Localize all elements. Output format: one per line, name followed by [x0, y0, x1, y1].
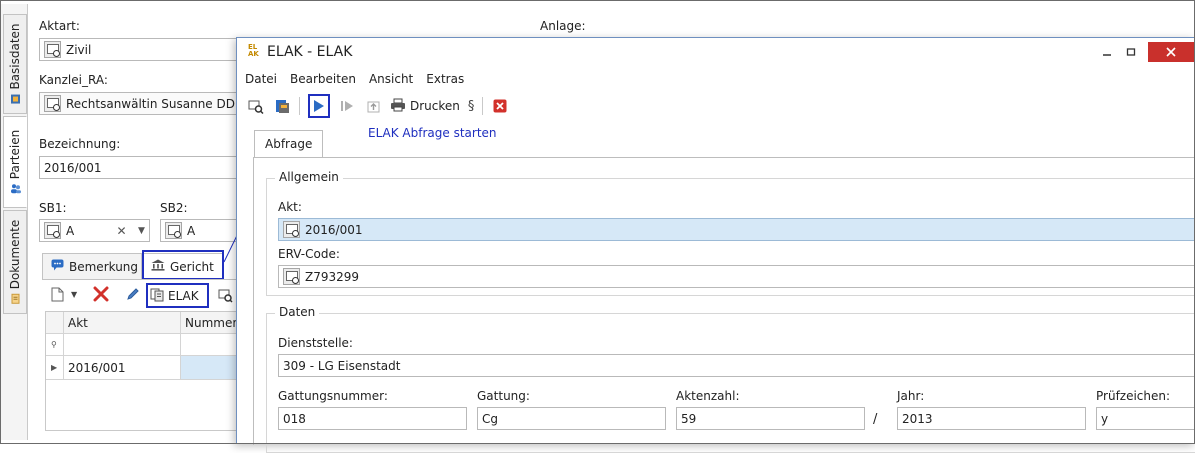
dialog-menubar: Datei Bearbeiten Ansicht Extras: [245, 72, 464, 86]
export-icon[interactable]: [273, 97, 291, 115]
dienststelle-value: 309 - LG Eisenstadt: [283, 358, 401, 373]
menu-ansicht[interactable]: Ansicht: [369, 72, 413, 86]
dialog-title: ELAK - ELAK: [267, 44, 353, 60]
maximize-icon[interactable]: [1119, 42, 1143, 62]
toolbar-separator: [299, 97, 300, 115]
print-button[interactable]: Drucken: [390, 98, 460, 115]
dienststelle-field[interactable]: 309 - LG Eisenstadt: [278, 354, 1195, 377]
gattung-label: Gattung:: [477, 389, 530, 403]
abfrage-panel: Allgemein Akt: 2016/001 ERV-Code: Z79329…: [253, 157, 1195, 453]
pruefzeichen-value: y: [1101, 411, 1109, 426]
gattungsnummer-label: Gattungsnummer:: [278, 389, 388, 403]
daten-title: Daten: [275, 305, 320, 319]
search-lookup-icon[interactable]: [247, 97, 265, 115]
gattung-value: Cg: [482, 411, 498, 426]
jahr-field[interactable]: 2013: [897, 407, 1086, 430]
step-forward-icon[interactable]: [338, 97, 356, 115]
upload-icon[interactable]: [364, 97, 382, 115]
lookup-icon[interactable]: [283, 268, 300, 285]
akt-value: 2016/001: [305, 222, 363, 237]
printer-icon: [390, 98, 406, 115]
dialog-toolbar: Drucken §: [247, 94, 509, 118]
aktenzahl-label: Aktenzahl:: [676, 389, 740, 403]
akt-field[interactable]: 2016/001: [278, 218, 1195, 241]
dienststelle-label: Dienststelle:: [278, 336, 353, 350]
menu-bearbeiten[interactable]: Bearbeiten: [290, 72, 356, 86]
pruefzeichen-field[interactable]: y: [1096, 407, 1195, 430]
annotation-text: ELAK Abfrage starten: [368, 126, 497, 140]
minimize-icon[interactable]: [1095, 42, 1119, 62]
erv-code-value: Z793299: [305, 269, 360, 284]
aktenzahl-value: 59: [681, 411, 697, 426]
elak-dialog: EL AK ELAK - ELAK Datei Bearbeiten Ansic…: [236, 37, 1195, 453]
gattung-field[interactable]: Cg: [477, 407, 666, 430]
slash-separator: /: [873, 412, 878, 427]
allgemein-group: Allgemein Akt: 2016/001 ERV-Code: Z79329…: [266, 170, 1195, 296]
play-icon[interactable]: [308, 94, 330, 118]
daten-group: Daten Dienststelle: 309 - LG Eisenstadt …: [266, 305, 1195, 453]
akt-label: Akt:: [278, 200, 302, 214]
elak-app-icon: EL AK: [248, 43, 259, 58]
gattungsnummer-value: 018: [283, 411, 306, 426]
erv-code-label: ERV-Code:: [278, 247, 340, 261]
jahr-value: 2013: [902, 411, 933, 426]
close-dialog-icon[interactable]: [491, 97, 509, 115]
close-icon[interactable]: [1148, 42, 1194, 62]
allgemein-title: Allgemein: [275, 170, 343, 184]
tab-abfrage[interactable]: Abfrage: [254, 130, 324, 158]
gattungsnummer-field[interactable]: 018: [278, 407, 467, 430]
toolbar-separator: [482, 97, 484, 115]
pruefzeichen-label: Prüfzeichen:: [1096, 389, 1171, 403]
paragraph-icon[interactable]: §: [468, 99, 475, 114]
lookup-icon[interactable]: [283, 221, 300, 238]
menu-extras[interactable]: Extras: [426, 72, 464, 86]
dialog-titlebar[interactable]: EL AK ELAK - ELAK: [237, 38, 1194, 66]
erv-code-field[interactable]: Z793299: [278, 265, 1195, 288]
print-label: Drucken: [410, 99, 460, 113]
menu-datei[interactable]: Datei: [245, 72, 277, 86]
jahr-label: Jahr:: [897, 389, 925, 403]
aktenzahl-field[interactable]: 59: [676, 407, 865, 430]
